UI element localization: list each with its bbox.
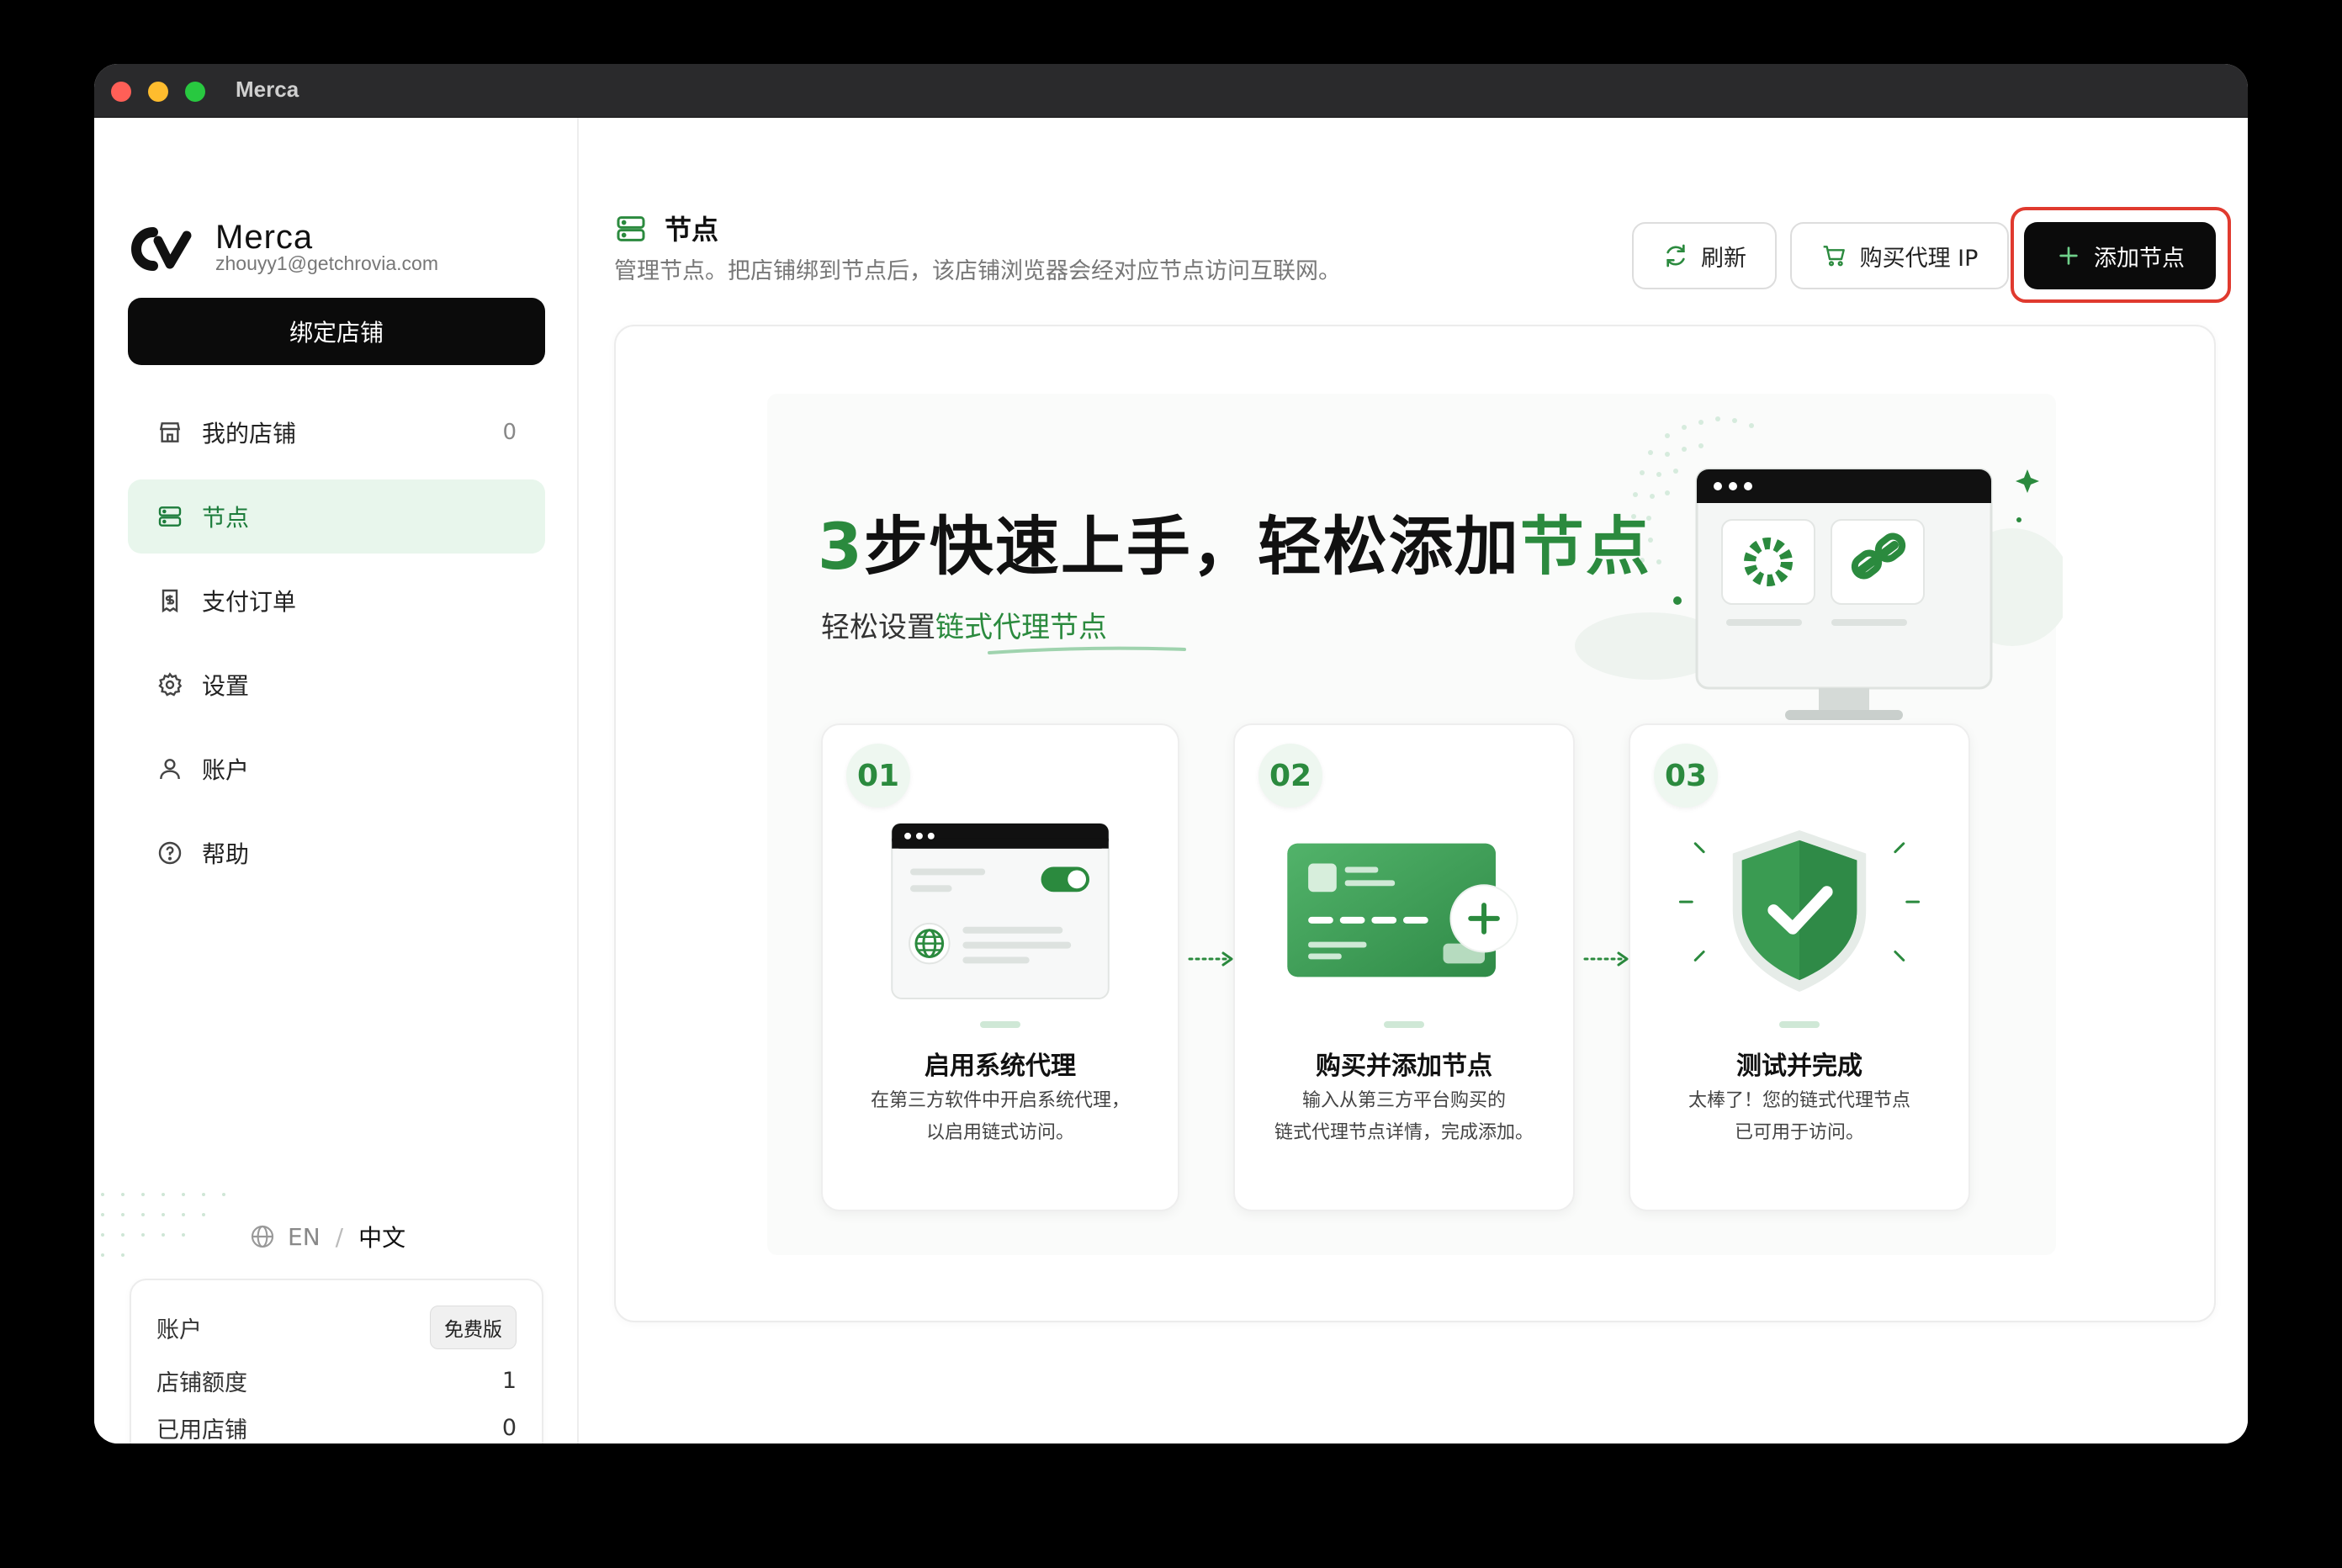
refresh-label: 刷新 [1701, 245, 1746, 272]
sidebar-item-settings[interactable]: 设置 [128, 648, 545, 722]
sidebar-item-help[interactable]: 帮助 [128, 816, 545, 890]
sidebar-item-account[interactable]: 账户 [128, 732, 545, 806]
refresh-button[interactable]: 刷新 [1632, 222, 1777, 289]
lang-zh[interactable]: 中文 [358, 1220, 405, 1253]
sidebar-item-my-stores[interactable]: 我的店铺 0 [128, 395, 545, 469]
shield-check-icon [1678, 829, 1921, 993]
server-icon [158, 506, 182, 527]
receipt-icon [162, 589, 178, 613]
buy-proxy-label: 购买代理 IP [1859, 245, 1979, 272]
zoom-window-button[interactable] [185, 82, 205, 102]
step-description-line: 在第三方软件中开启系统代理， [870, 1090, 1130, 1111]
step-number: 01 [846, 744, 910, 808]
step-divider [1384, 1021, 1424, 1028]
step-description: 太棒了！您的链式代理节点 已可用于访问。 [1647, 1085, 1952, 1149]
server-icon [617, 216, 645, 241]
sidebar-nav: 我的店铺 0 节点 支付订单 设置 账户 帮助 [128, 395, 545, 900]
help-icon [158, 841, 182, 865]
close-window-button[interactable] [111, 82, 131, 102]
step-card-3: 03 测试并完成 太棒了！您的链式代理节点 已可用于访问。 [1629, 723, 1970, 1211]
step-description-line: 输入从第三方平台购买的 [1301, 1090, 1506, 1111]
gear-icon [158, 672, 183, 697]
step-card-1: 01 启用系统代理 在第三方软件中开启系统代理， 以启用链式访问。 [821, 723, 1179, 1211]
plan-badge: 免费版 [430, 1306, 517, 1349]
sidebar-item-payment-orders[interactable]: 支付订单 [128, 564, 545, 638]
brand-logo-icon [131, 227, 192, 271]
step-divider [1779, 1021, 1820, 1028]
store-count: 0 [502, 420, 517, 445]
page-subtitle: 管理节点。把店铺绑到节点后，该店铺浏览器会经对应节点访问互联网。 [614, 258, 1341, 284]
sidebar-item-label: 节点 [202, 504, 250, 532]
step-description: 输入从第三方平台购买的 链式代理节点详情，完成添加。 [1252, 1085, 1556, 1149]
sidebar-item-label: 设置 [202, 672, 250, 700]
step-title: 购买并添加节点 [1316, 1052, 1492, 1081]
main-content: 节点 管理节点。把店铺绑到节点后，该店铺浏览器会经对应节点访问互联网。 刷新 购… [580, 118, 2248, 1444]
used-stores-value: 0 [501, 1415, 517, 1441]
refresh-icon [1666, 244, 1685, 268]
window-title: Merca [236, 77, 299, 102]
account-card-title: 账户 [156, 1316, 202, 1343]
step-description-line: 链式代理节点详情，完成添加。 [1274, 1122, 1534, 1143]
hero-subtitle: 轻松设置链式代理节点 [821, 604, 1107, 645]
proxy-card-add-icon [1287, 843, 1518, 977]
sidebar-item-nodes[interactable]: 节点 [128, 479, 545, 554]
store-quota-label: 店铺额度 [156, 1370, 247, 1396]
language-switcher: EN / 中文 [249, 1220, 405, 1253]
sidebar-item-label: 帮助 [202, 840, 250, 868]
user-email: zhouyy1@getchrovia.com [215, 252, 438, 274]
hero-title-number: 3 [818, 509, 864, 584]
sidebar-item-label: 我的店铺 [202, 420, 297, 448]
globe-icon [251, 1225, 274, 1248]
underline-decoration [988, 646, 1186, 654]
step-description-line: 已可用于访问。 [1734, 1122, 1864, 1143]
store-icon [159, 422, 181, 442]
hero-subtitle-main: 轻松设置 [821, 611, 935, 644]
hero-title: 3步快速上手，轻松添加节点 [818, 495, 1651, 587]
browser-proxy-icon [891, 822, 1110, 999]
used-stores-label: 已用店铺 [156, 1417, 247, 1444]
step-number: 03 [1654, 744, 1718, 808]
step-card-2: 02 购买并添加节点 输入从第三方平台购买的 链式代理节点详情，完成添加。 [1233, 723, 1575, 1211]
focus-highlight [2011, 207, 2231, 303]
bind-store-button[interactable]: 绑定店铺 [128, 298, 545, 365]
sidebar-item-label: 账户 [202, 756, 250, 784]
sidebar-item-label: 支付订单 [202, 588, 297, 616]
arrow-right-icon [1583, 951, 1629, 967]
hero-title-highlight: 节点 [1519, 509, 1651, 584]
hero-subtitle-highlight: 链式代理节点 [935, 611, 1107, 644]
page-title: 节点 [665, 214, 719, 246]
brand-name: Merca [215, 219, 314, 256]
cart-icon [1823, 246, 1845, 267]
hero-title-main: 步快速上手，轻松添加 [863, 509, 1520, 584]
lang-en[interactable]: EN [288, 1223, 321, 1251]
onboarding-panel: 3步快速上手，轻松添加节点 轻松设置链式代理节点 01 启用系统代理 在第三方软… [614, 325, 2216, 1322]
buy-proxy-ip-button[interactable]: 购买代理 IP [1790, 222, 2009, 289]
account-card: 账户 免费版 店铺额度 1 已用店铺 0 [130, 1279, 543, 1444]
step-title: 启用系统代理 [925, 1052, 1076, 1081]
step-title: 测试并完成 [1736, 1052, 1862, 1081]
step-description-line: 太棒了！您的链式代理节点 [1688, 1090, 1910, 1111]
minimize-window-button[interactable] [148, 82, 168, 102]
app-window: Merca Merca zhouyy1@getchrovia.com 绑定店铺 … [94, 64, 2248, 1444]
title-bar: Merca [94, 64, 2248, 118]
sidebar: Merca zhouyy1@getchrovia.com 绑定店铺 我的店铺 0… [94, 118, 579, 1444]
user-icon [160, 759, 180, 780]
store-quota-value: 1 [501, 1368, 517, 1394]
step-number: 02 [1258, 744, 1322, 808]
step-description-line: 以启用链式访问。 [925, 1122, 1074, 1143]
arrow-right-icon [1188, 951, 1233, 967]
step-description: 在第三方软件中开启系统代理， 以启用链式访问。 [840, 1085, 1161, 1149]
lang-separator: / [335, 1222, 344, 1251]
step-divider [980, 1021, 1020, 1028]
